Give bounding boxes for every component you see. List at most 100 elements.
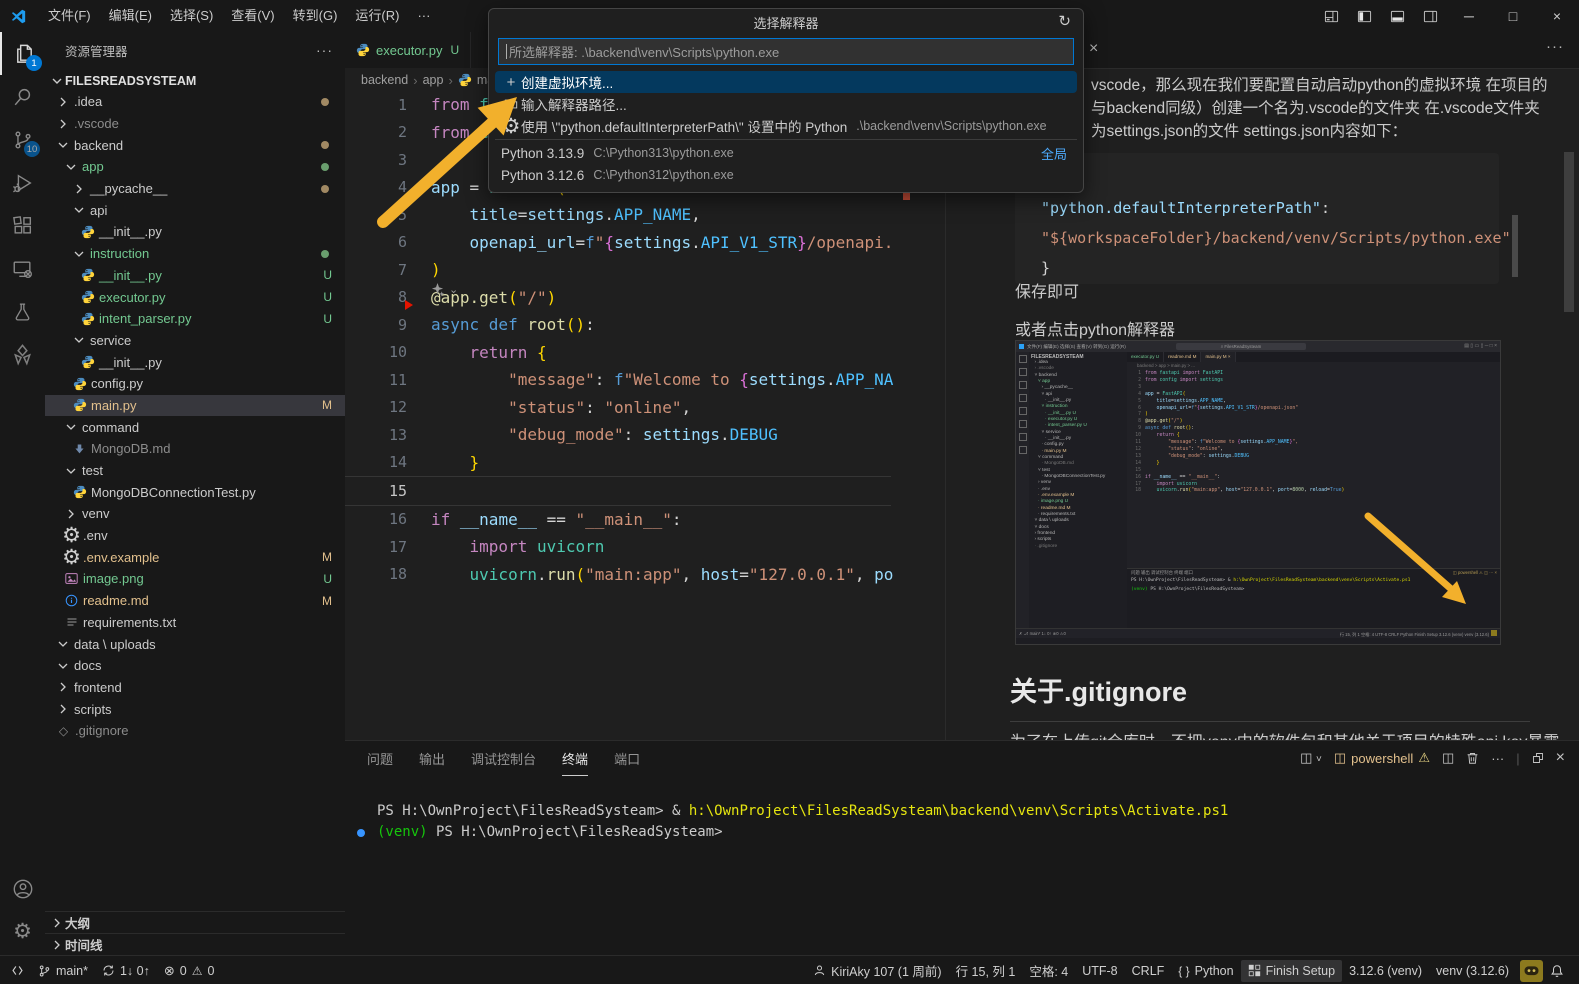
section-大纲[interactable]: 大纲 — [45, 911, 345, 933]
terminal-output[interactable]: PS H:\OwnProject\FilesReadSysteam> & h:\… — [363, 801, 1228, 843]
tree-item-intent_parser.py[interactable]: intent_parser.pyU — [45, 308, 345, 330]
quickpick-item-4[interactable]: Python 3.12.6C:\Python312\python.exe — [495, 164, 1077, 186]
toggle-sidebar-icon[interactable] — [1357, 9, 1372, 24]
menu-[interactable]: ··· — [408, 8, 439, 23]
split-icon[interactable]: ◫ — [1442, 750, 1454, 766]
quickpick-item-1[interactable]: 输入解释器路径... — [495, 93, 1077, 115]
quickpick-item-0[interactable]: +创建虚拟环境... — [495, 71, 1077, 93]
status-copilot[interactable] — [1520, 960, 1543, 982]
maximize-button[interactable]: □ — [1491, 0, 1535, 32]
quickpick-item-2[interactable]: ⚙使用 \"python.defaultInterpreterPath\" 设置… — [495, 115, 1077, 137]
section-时间线[interactable]: 时间线 — [45, 933, 345, 955]
tree-item-requirements.txt[interactable]: requirements.txt — [45, 612, 345, 634]
activity-search[interactable] — [0, 75, 45, 118]
split-terminal-dropdown[interactable]: ◫ ˅ — [1300, 750, 1322, 766]
tree-item-__pycache__[interactable]: __pycache__ — [45, 178, 345, 200]
explorer-more-actions[interactable]: ··· — [316, 42, 333, 58]
code-line-14[interactable]: 14 } — [345, 449, 945, 477]
code-line-6[interactable]: 6 openapi_url=f"{settings.API_V1_STR}/op… — [345, 229, 945, 257]
activity-remote-explorer[interactable] — [0, 247, 45, 290]
panel-tab-端口[interactable]: 端口 — [614, 749, 640, 776]
tree-item-app[interactable]: app — [45, 156, 345, 178]
activity-settings[interactable]: ⚙ — [0, 910, 45, 953]
more-actions-icon[interactable]: ··· — [1546, 38, 1564, 55]
code-line-17[interactable]: 17 import uvicorn — [345, 533, 945, 561]
status-remote-window[interactable] — [4, 960, 31, 982]
tree-item-MongoDB.md[interactable]: MongoDB.md — [45, 438, 345, 460]
workspace-root-folder[interactable]: FILESREADSYSTEAM — [45, 70, 345, 92]
tree-item-.env[interactable]: ⚙.env — [45, 525, 345, 547]
close-button[interactable]: × — [1535, 0, 1579, 32]
breadcrumb-item[interactable]: app — [423, 73, 444, 87]
status-finish-setup[interactable]: Finish Setup — [1241, 960, 1342, 982]
status-indentation[interactable]: 空格: 4 — [1022, 960, 1075, 982]
close-panel-icon[interactable]: × — [1556, 749, 1565, 767]
tree-item-frontend[interactable]: frontend — [45, 677, 345, 699]
status-eol[interactable]: CRLF — [1125, 960, 1172, 982]
status-git-branch[interactable]: main* — [31, 960, 95, 982]
tree-item-.env.example[interactable]: ⚙.env.exampleM — [45, 546, 345, 568]
code-line-18[interactable]: 18 uvicorn.run("main:app", host="127.0.0… — [345, 561, 945, 589]
tree-item-venv[interactable]: venv — [45, 503, 345, 525]
trash-icon[interactable] — [1466, 751, 1479, 765]
tree-item-service[interactable]: service — [45, 330, 345, 352]
tree-item-__init__.py[interactable]: __init__.py — [45, 351, 345, 373]
tab-executor-py[interactable]: executor.py U — [345, 32, 471, 68]
tree-item-MongoDBConnectionTest.py[interactable]: MongoDBConnectionTest.py — [45, 481, 345, 503]
panel-tab-调试控制台[interactable]: 调试控制台 — [471, 749, 536, 776]
panel-tab-问题[interactable]: 问题 — [367, 749, 393, 776]
code-line-13[interactable]: 13 "debug_mode": settings.DEBUG — [345, 421, 945, 449]
code-line-7[interactable]: 7) — [345, 256, 945, 284]
tree-item-.idea[interactable]: .idea — [45, 91, 345, 113]
code-line-15[interactable]: 15 — [345, 476, 891, 506]
code-line-12[interactable]: 12 "status": "online", — [345, 394, 945, 422]
refresh-icon[interactable]: ↻ — [1058, 12, 1071, 30]
tree-item-config.py[interactable]: config.py — [45, 373, 345, 395]
menu-编辑E[interactable]: 编辑(E) — [100, 8, 161, 23]
code-line-5[interactable]: 5 title=settings.APP_NAME, — [345, 201, 945, 229]
close-icon[interactable]: × — [1089, 40, 1098, 58]
activity-account[interactable] — [0, 867, 45, 910]
activity-extensions[interactable] — [0, 204, 45, 247]
tree-item-data-uploads[interactable]: data \ uploads — [45, 633, 345, 655]
menu-文件F[interactable]: 文件(F) — [39, 8, 100, 23]
status-git-blame[interactable]: KiriAky 107 (1 周前) — [806, 960, 948, 982]
quickpick-input[interactable]: 所选解释器: .\backend\venv\Scripts\python.exe — [498, 38, 1074, 65]
menu-选择S[interactable]: 选择(S) — [161, 8, 222, 23]
status-encoding[interactable]: UTF-8 — [1075, 960, 1124, 982]
toggle-secondary-sidebar-icon[interactable] — [1423, 9, 1438, 24]
tree-item-main.py[interactable]: main.pyM — [45, 395, 345, 417]
panel-tab-终端[interactable]: 终端 — [562, 749, 588, 776]
breadcrumb-item[interactable]: backend — [361, 73, 408, 87]
menu-转到G[interactable]: 转到(G) — [284, 8, 347, 23]
status-git-sync[interactable]: 1↓ 0↑ — [95, 960, 157, 982]
activity-testing[interactable] — [0, 290, 45, 333]
tree-item-scripts[interactable]: scripts — [45, 698, 345, 720]
tree-item-__init__.py[interactable]: __init__.py — [45, 221, 345, 243]
code-line-11[interactable]: 11 "message": f"Welcome to {settings.APP… — [345, 366, 945, 394]
panel-tab-输出[interactable]: 输出 — [419, 749, 445, 776]
copilot-inline-hint[interactable]: ⌄ — [430, 282, 458, 297]
tree-item-docs[interactable]: docs — [45, 655, 345, 677]
menu-查看V[interactable]: 查看(V) — [222, 8, 283, 23]
tree-item-backend[interactable]: backend — [45, 134, 345, 156]
tree-item-readme.md[interactable]: readme.mdM — [45, 590, 345, 612]
toggle-panel-icon[interactable] — [1390, 9, 1405, 24]
maximize-panel-icon[interactable] — [1532, 752, 1544, 764]
tree-item-instruction[interactable]: instruction — [45, 243, 345, 265]
tree-item-executor.py[interactable]: executor.pyU — [45, 286, 345, 308]
tree-item-image.png[interactable]: image.pngU — [45, 568, 345, 590]
tree-item-test[interactable]: test — [45, 460, 345, 482]
preview-scrollbar[interactable] — [1564, 152, 1574, 312]
code-line-16[interactable]: 16if __name__ == "__main__": — [345, 506, 945, 534]
status-notifications[interactable] — [1543, 960, 1571, 982]
customize-layout-icon[interactable] — [1324, 9, 1339, 24]
tree-item-__init__.py[interactable]: __init__.pyU — [45, 265, 345, 287]
tree-item-api[interactable]: api — [45, 199, 345, 221]
status-python-interpreter[interactable]: 3.12.6 (venv) — [1342, 960, 1429, 982]
minimize-button[interactable]: ─ — [1447, 0, 1491, 32]
code-line-10[interactable]: 10 return { — [345, 339, 945, 367]
code-line-9[interactable]: 9async def root(): — [345, 311, 945, 339]
status-language-mode[interactable]: { }Python — [1171, 960, 1240, 982]
preview-inner-scrollbar[interactable] — [1512, 215, 1518, 277]
